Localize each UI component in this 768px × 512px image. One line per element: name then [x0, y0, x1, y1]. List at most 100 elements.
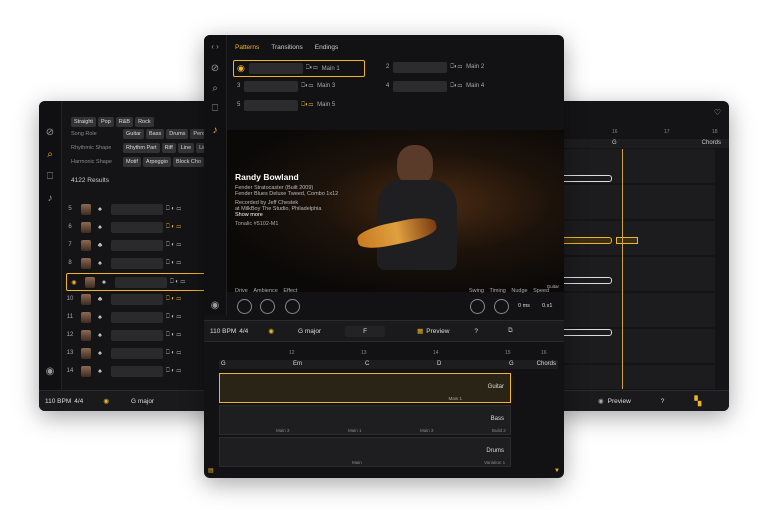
filter-chip[interactable]: Guitar	[123, 129, 144, 139]
play-icon[interactable]: ◉	[237, 63, 245, 74]
heart-icon[interactable]: ♡	[714, 108, 721, 117]
tab-endings[interactable]: Endings	[315, 44, 339, 51]
search-icon[interactable]: ⌕	[209, 83, 221, 95]
nav-arrows-icon[interactable]: ‹ ›	[209, 41, 221, 53]
bookmark-icon[interactable]: ⎕ ◐ ▭	[166, 332, 181, 339]
filter-chip[interactable]: Riff	[161, 143, 176, 153]
layout-icon[interactable]: ▚	[694, 396, 701, 407]
chip-style[interactable]: Rock	[135, 117, 154, 127]
list-item[interactable]: 11 ♠ ⎕ ◐ ▭	[63, 309, 219, 325]
layout-icon[interactable]: ⧉	[508, 327, 513, 335]
list-item[interactable]: 12 ♠ ⎕ ◐ ▭	[63, 327, 219, 343]
list-item[interactable]: 14 ♠ ⎕ ◐ ▭	[63, 363, 219, 379]
record-icon[interactable]: ◉	[268, 327, 274, 335]
pattern-preview[interactable]	[244, 80, 299, 92]
pattern-preview[interactable]	[111, 293, 163, 305]
speed-value[interactable]: 0.x1	[542, 303, 552, 309]
pattern-preview[interactable]	[248, 63, 303, 74]
bpm-label[interactable]: 110 BPM	[45, 398, 71, 405]
pattern-preview[interactable]	[244, 99, 299, 111]
pattern-slot[interactable]: 3 ⎕◐▭ Main 3	[237, 79, 335, 93]
drive-knob[interactable]	[237, 299, 252, 314]
record-icon[interactable]: ◉	[103, 397, 109, 405]
guitar-icon[interactable]: ♪	[44, 193, 56, 205]
chip-style[interactable]: Pop	[97, 117, 114, 127]
time-signature[interactable]: 4/4	[74, 398, 83, 405]
timing-knob[interactable]	[494, 299, 509, 314]
filter-chip[interactable]: Block Cho	[172, 157, 205, 167]
key-label[interactable]: G major	[131, 398, 154, 405]
bookmark-icon[interactable]: ⎕	[209, 103, 221, 115]
menu-icon[interactable]: ▤	[208, 467, 214, 474]
tab-patterns[interactable]: Patterns	[235, 44, 259, 51]
chord-display[interactable]: F	[345, 325, 386, 337]
section-block[interactable]	[616, 237, 638, 244]
pattern-preview[interactable]	[111, 221, 163, 233]
ambience-knob[interactable]	[260, 299, 275, 314]
preview-icon[interactable]: ◉	[598, 397, 604, 405]
chip-style[interactable]: Straight	[71, 117, 96, 127]
list-item[interactable]: 5 ♠ ⎕ ◐ ▭	[63, 201, 219, 217]
list-item-selected[interactable]: ◉ ♠ ⎕ ◐ ▭	[66, 273, 218, 291]
search-icon[interactable]: ⌕	[44, 149, 56, 161]
pattern-preview[interactable]	[111, 311, 163, 323]
track-lanes[interactable]	[552, 149, 715, 389]
swing-knob[interactable]	[470, 299, 485, 314]
list-item[interactable]: 7 ♣ ⎕ ◐ ▭	[63, 237, 219, 253]
list-item[interactable]: 8 ♠ ⎕ ◐ ▭	[63, 255, 219, 271]
playhead[interactable]	[622, 149, 623, 389]
compass-icon[interactable]: ⊘	[44, 127, 56, 139]
pattern-preview[interactable]	[111, 347, 163, 359]
bookmark-icon[interactable]: ⎕◐▭	[450, 83, 462, 90]
pattern-preview[interactable]	[393, 80, 448, 92]
track-drums[interactable]: Main Variation 1 Drums	[219, 437, 511, 467]
filter-chip[interactable]: Line	[177, 143, 195, 153]
key-label[interactable]: G major	[298, 328, 321, 335]
help-button[interactable]: ?	[661, 398, 665, 405]
nudge-value[interactable]: 0 ms	[518, 303, 530, 309]
pattern-preview[interactable]	[111, 365, 163, 377]
bookmark-icon[interactable]: ⎕ ◐ ▭	[166, 242, 181, 249]
bookmark-icon[interactable]: ⎕ ◐ ▭	[166, 350, 181, 357]
pattern-preview[interactable]	[111, 257, 163, 269]
list-item[interactable]: 13 ♠ ⎕ ◐ ▭	[63, 345, 219, 361]
bookmark-icon[interactable]: ⎕◐▭	[450, 64, 462, 71]
preview-label[interactable]: Preview	[608, 398, 631, 405]
chip-style[interactable]: R&B	[115, 117, 134, 127]
effect-knob[interactable]	[285, 299, 300, 314]
pattern-slot[interactable]: 5 ⎕◐▭ Main 5	[237, 98, 335, 112]
filter-chip[interactable]: Arpeggio	[142, 157, 171, 167]
bookmark-icon[interactable]: ⎕ ◐ ▭	[170, 279, 185, 286]
pattern-preview[interactable]	[115, 276, 167, 288]
filter-icon[interactable]: ▼	[554, 468, 560, 474]
list-item[interactable]: 6 ♠ ⎕ ◐ ▭	[63, 219, 219, 235]
filter-chip[interactable]: Drums	[166, 129, 189, 139]
account-icon[interactable]: ◉	[209, 300, 221, 312]
preview-icon[interactable]: ▦	[417, 327, 423, 335]
tab-transitions[interactable]: Transitions	[271, 44, 303, 51]
help-button[interactable]: ?	[474, 328, 478, 335]
track-name[interactable]: Guitar	[488, 384, 504, 390]
show-more-link[interactable]: Show more	[235, 212, 365, 218]
filter-chip[interactable]: Bass	[145, 129, 165, 139]
bpm-label[interactable]: 110 BPM	[210, 328, 236, 335]
compass-icon[interactable]: ⊘	[209, 63, 221, 75]
bookmark-icon[interactable]: ⎕ ◐ ▭	[166, 368, 181, 375]
bookmark-icon[interactable]: ⎕ ◐ ▭	[166, 314, 181, 321]
track-name[interactable]: Drums	[486, 448, 504, 454]
track-guitar[interactable]: Main 1 Guitar	[219, 373, 511, 403]
track-name[interactable]: Bass	[491, 416, 504, 422]
bookmark-icon[interactable]: ⎕	[44, 171, 56, 183]
time-signature[interactable]: 4/4	[239, 328, 248, 335]
preview-label[interactable]: Preview	[426, 328, 449, 335]
bookmark-icon[interactable]: ⎕◐▭	[306, 65, 318, 72]
pattern-slot[interactable]: 2 ⎕◐▭ Main 2	[386, 60, 484, 74]
pattern-slot[interactable]: 4 ⎕◐▭ Main 4	[386, 79, 484, 93]
pattern-slot-selected[interactable]: ◉ ⎕◐▭ Main 1 1	[233, 60, 365, 77]
pattern-preview[interactable]	[393, 61, 448, 73]
track-bass[interactable]: Main 3 Main 1 Main 3 Build 2 Bass	[219, 405, 511, 435]
guitar-icon[interactable]: ♪	[209, 125, 221, 137]
pattern-preview[interactable]	[111, 203, 163, 215]
filter-chip[interactable]: Motif	[123, 157, 141, 167]
bookmark-icon[interactable]: ⎕ ◐ ▭	[166, 296, 181, 303]
